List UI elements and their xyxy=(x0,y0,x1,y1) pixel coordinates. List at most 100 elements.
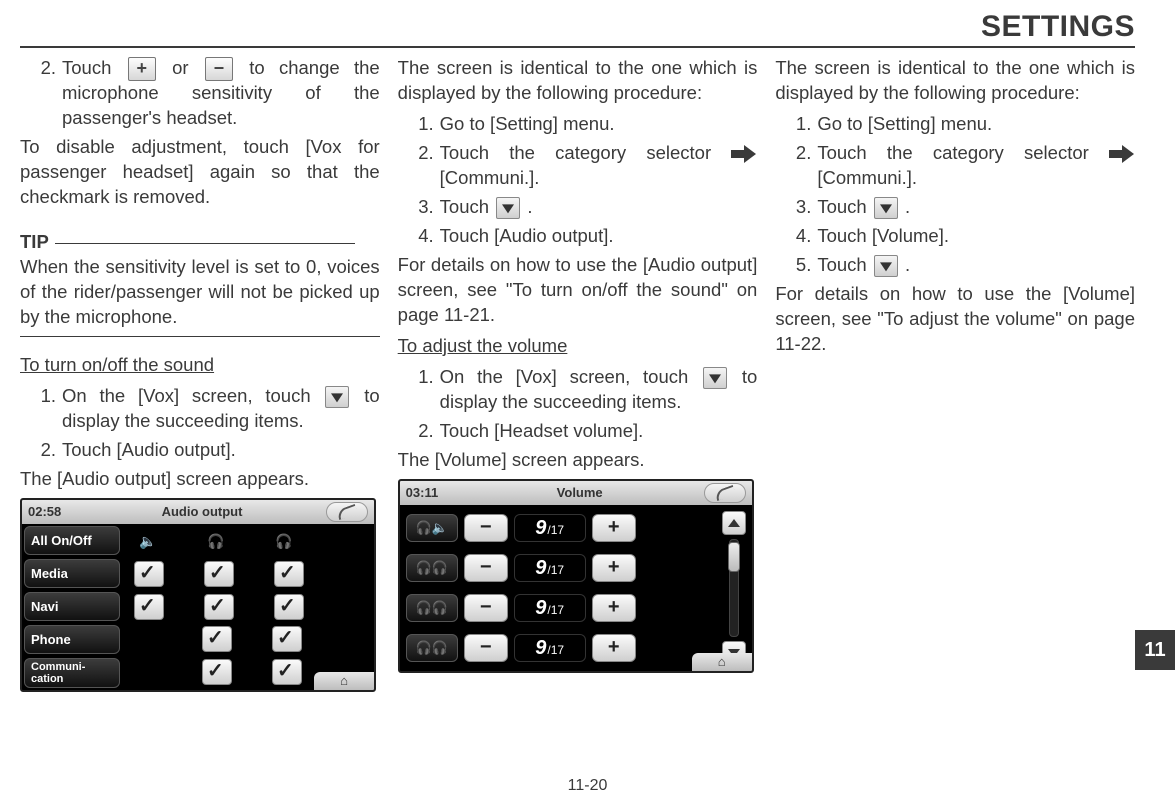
page-number: 11-20 xyxy=(0,777,1175,795)
clock: 03:11 xyxy=(400,484,456,502)
text: The screen is identical to the one which… xyxy=(398,56,758,106)
screen-title: Audio output xyxy=(78,503,326,521)
headset-icon: 🎧 xyxy=(260,532,308,551)
speaker-icon: 🔈 xyxy=(124,532,172,551)
volume-value: 9/17 xyxy=(514,594,586,622)
text: . xyxy=(905,254,910,275)
text: Touch [Volume]. xyxy=(817,224,1135,249)
plus-button[interactable]: + xyxy=(592,594,636,622)
scrollbar[interactable] xyxy=(716,505,752,671)
down-triangle-icon[interactable] xyxy=(496,197,520,219)
plus-button[interactable]: + xyxy=(128,57,156,81)
scroll-thumb[interactable] xyxy=(728,542,740,572)
scroll-up-icon[interactable] xyxy=(722,511,746,535)
text: Touch xyxy=(817,196,866,217)
arrow-right-icon xyxy=(731,147,757,161)
page-title: SETTINGS xyxy=(20,10,1135,48)
text: On the [Vox] screen, touch xyxy=(440,366,689,387)
down-triangle-icon[interactable] xyxy=(874,197,898,219)
back-icon[interactable] xyxy=(704,483,746,503)
back-icon[interactable] xyxy=(326,502,368,522)
minus-button[interactable]: − xyxy=(464,514,508,542)
subheading: To adjust the volume xyxy=(398,334,758,359)
headset-icon: 🎧 xyxy=(192,532,240,551)
volume-value: 9/17 xyxy=(514,514,586,542)
text: Touch xyxy=(62,57,111,78)
chapter-tab: 11 xyxy=(1135,630,1175,670)
text: The [Audio output] screen appears. xyxy=(20,467,380,492)
row-label[interactable]: Media xyxy=(24,559,120,588)
checkbox[interactable] xyxy=(272,659,302,685)
text: For details on how to use the [Audio out… xyxy=(398,253,758,328)
checkbox[interactable] xyxy=(274,594,304,620)
plus-button[interactable]: + xyxy=(592,514,636,542)
list-number: 3. xyxy=(398,195,440,220)
down-triangle-icon[interactable] xyxy=(874,255,898,277)
text: For details on how to use the [Volume] s… xyxy=(775,282,1135,357)
list-number: 1. xyxy=(775,112,817,137)
tip-label: TIP xyxy=(20,230,49,255)
text: Touch xyxy=(817,254,866,275)
clock: 02:58 xyxy=(22,503,78,521)
minus-button[interactable]: − xyxy=(464,634,508,662)
list-number: 1. xyxy=(398,112,440,137)
text: The [Volume] screen appears. xyxy=(398,448,758,473)
plus-button[interactable]: + xyxy=(592,554,636,582)
text: Touch [Audio output]. xyxy=(440,224,758,249)
text: Touch xyxy=(440,196,489,217)
row-label[interactable]: Phone xyxy=(24,625,120,654)
text: Go to [Setting] menu. xyxy=(817,112,1135,137)
column-2: The screen is identical to the one which… xyxy=(398,56,758,692)
scroll-track[interactable] xyxy=(729,539,739,637)
row-label[interactable]: Navi xyxy=(24,592,120,621)
minus-button[interactable]: − xyxy=(464,554,508,582)
checkbox[interactable] xyxy=(202,659,232,685)
screen-title: Volume xyxy=(456,484,704,502)
column-3: The screen is identical to the one which… xyxy=(775,56,1135,692)
checkbox[interactable] xyxy=(134,561,164,587)
volume-value: 9/17 xyxy=(514,634,586,662)
volume-value: 9/17 xyxy=(514,554,586,582)
list-number: 4. xyxy=(775,224,817,249)
text: Touch the category selector xyxy=(440,142,711,163)
arrow-right-icon xyxy=(1109,147,1135,161)
list-number: 2. xyxy=(398,419,440,444)
checkbox[interactable] xyxy=(202,626,232,652)
volume-screenshot: 03:11 Volume 🎧🔈 − 9/17 + 🎧🎧 xyxy=(398,479,754,673)
text: [Communi.]. xyxy=(440,167,540,188)
list-number: 2. xyxy=(20,438,62,463)
checkbox[interactable] xyxy=(274,561,304,587)
minus-button[interactable]: − xyxy=(464,594,508,622)
home-icon[interactable]: ⌂ xyxy=(692,653,752,671)
down-triangle-icon[interactable] xyxy=(325,386,349,408)
text: Go to [Setting] menu. xyxy=(440,112,758,137)
text: The screen is identical to the one which… xyxy=(775,56,1135,106)
list-number: 5. xyxy=(775,253,817,278)
checkbox[interactable] xyxy=(204,561,234,587)
tip-text: When the sensitivity level is set to 0, … xyxy=(20,255,380,330)
source-icon: 🎧🎧 xyxy=(406,554,458,582)
source-icon: 🎧🎧 xyxy=(406,594,458,622)
text: Touch the category selector xyxy=(817,142,1088,163)
plus-button[interactable]: + xyxy=(592,634,636,662)
text: To disable adjustment, touch [Vox for pa… xyxy=(20,135,380,210)
text: Touch [Audio output]. xyxy=(62,438,380,463)
list-number: 2. xyxy=(398,141,440,166)
row-label[interactable]: Communi- cation xyxy=(24,658,120,687)
text: Touch [Headset volume]. xyxy=(440,419,758,444)
checkbox[interactable] xyxy=(134,594,164,620)
source-icon: 🎧🔈 xyxy=(406,514,458,542)
list-number: 1. xyxy=(20,384,62,409)
minus-button[interactable]: − xyxy=(205,57,233,81)
row-label[interactable]: All On/Off xyxy=(24,526,120,555)
checkbox[interactable] xyxy=(272,626,302,652)
checkbox[interactable] xyxy=(204,594,234,620)
list-number: 3. xyxy=(775,195,817,220)
audio-output-screenshot: 02:58 Audio output All On/Off Media Navi… xyxy=(20,498,376,692)
text: or xyxy=(172,57,188,78)
down-triangle-icon[interactable] xyxy=(703,367,727,389)
text: [Communi.]. xyxy=(817,167,917,188)
list-number: 2. xyxy=(20,56,62,81)
list-number: 1. xyxy=(398,365,440,390)
home-icon[interactable]: ⌂ xyxy=(314,672,374,690)
